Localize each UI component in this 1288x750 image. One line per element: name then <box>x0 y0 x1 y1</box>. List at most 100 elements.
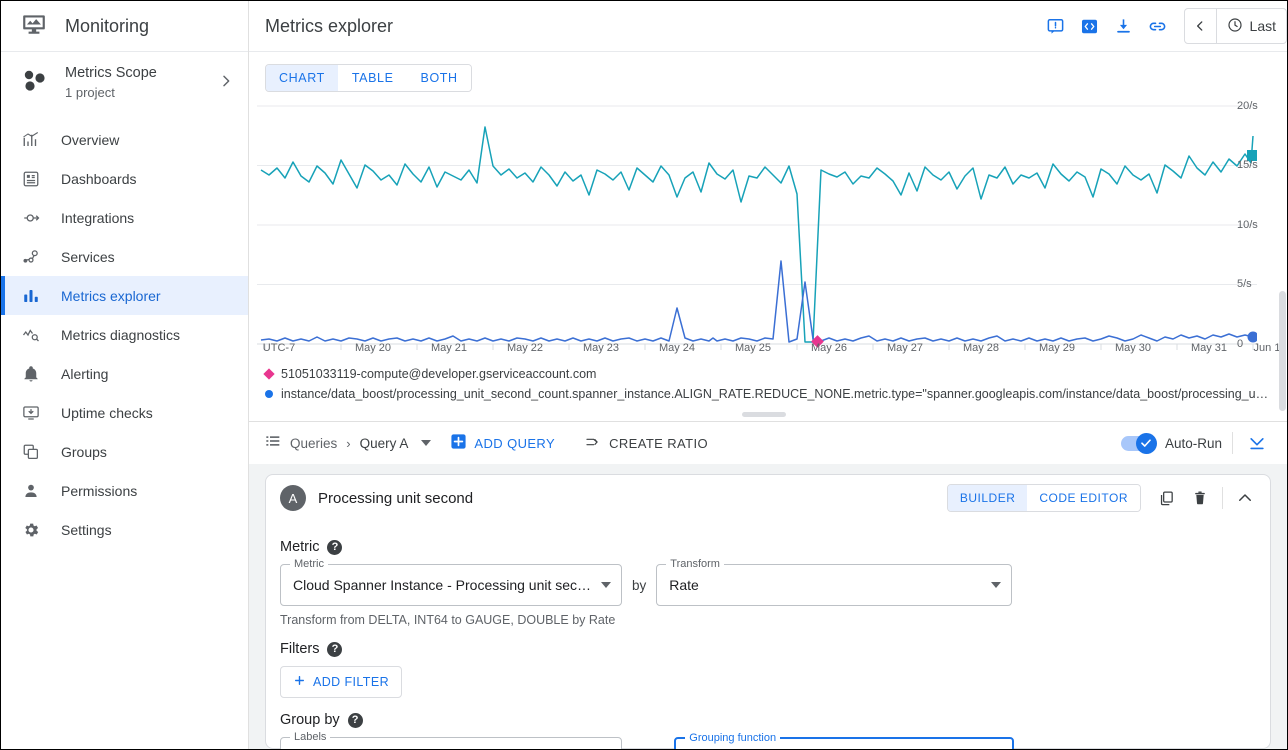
filters-section-title: Filters ? <box>280 641 1256 657</box>
chevron-left-icon[interactable] <box>1185 9 1217 43</box>
duplicate-icon[interactable] <box>1151 483 1181 513</box>
tab-builder[interactable]: BUILDER <box>947 485 1028 511</box>
group-by-row: Labels credential_id using Grouping func… <box>280 731 1256 749</box>
metric-section-title: Metric ? <box>280 539 1256 555</box>
transform-field[interactable]: Transform Rate <box>656 558 1013 606</box>
page-title: Metrics explorer <box>265 15 394 36</box>
queries-toolbar: Queries › Query A ADD QUERY CREATE RATIO… <box>249 422 1287 464</box>
labels-field[interactable]: Labels credential_id <box>280 731 622 749</box>
scrollbar-thumb[interactable] <box>1279 291 1286 411</box>
feedback-icon[interactable] <box>1042 12 1070 40</box>
bell-icon <box>21 364 41 384</box>
metric-section-label: Metric <box>280 539 320 555</box>
plus-square-icon <box>450 433 467 453</box>
query-selector[interactable]: Query A <box>360 436 432 451</box>
delete-group-by-icon[interactable] <box>1038 745 1064 749</box>
sidebar-item-services[interactable]: Services <box>1 237 248 276</box>
toggle-knob-check-icon <box>1135 432 1157 454</box>
tab-code-editor[interactable]: CODE EDITOR <box>1027 485 1140 511</box>
time-range-label: Last <box>1249 18 1276 34</box>
grouping-function-field[interactable]: Grouping function Sum ? <box>674 732 1015 749</box>
sidebar-item-label: Settings <box>61 521 112 538</box>
auto-run-toggle[interactable] <box>1120 432 1157 454</box>
integrations-icon <box>21 208 41 228</box>
query-card: A Processing unit second BUILDER CODE ED… <box>265 474 1271 749</box>
sidebar-item-groups[interactable]: Groups <box>1 432 248 471</box>
toolbar-divider <box>1232 432 1233 454</box>
queries-toolbar-right: Auto-Run <box>1120 429 1271 457</box>
help-icon[interactable]: ? <box>327 641 343 657</box>
time-range-value-button[interactable]: Last <box>1217 17 1286 36</box>
time-range-selector[interactable]: Last <box>1183 8 1287 44</box>
help-icon[interactable]: ? <box>327 539 343 555</box>
create-ratio-button[interactable]: CREATE RATIO <box>584 434 708 453</box>
sidebar-item-alerting[interactable]: Alerting <box>1 354 248 393</box>
queries-toolbar-left: Queries › Query A ADD QUERY CREATE RATIO <box>265 433 1121 454</box>
metric-field-legend: Metric <box>290 558 328 570</box>
x-tick-label: May 22 <box>506 342 544 354</box>
sidebar-item-metrics-explorer[interactable]: Metrics explorer <box>1 276 248 315</box>
legend-item[interactable]: instance/data_boost/processing_unit_seco… <box>265 384 1271 404</box>
sidebar-item-metrics-diagnostics[interactable]: Metrics diagnostics <box>1 315 248 354</box>
y-tick-label: 15/s <box>1237 159 1258 171</box>
help-icon[interactable]: ? <box>347 712 363 728</box>
chart-panel: CHART TABLE BOTH 20/s 15/s 10/s 5/s 0 UT… <box>249 52 1287 421</box>
link-icon[interactable] <box>1144 12 1172 40</box>
sidebar-item-label: Integrations <box>61 209 135 226</box>
legend-label: instance/data_boost/processing_unit_seco… <box>281 387 1271 401</box>
sidebar-item-integrations[interactable]: Integrations <box>1 198 248 237</box>
chart-x-axis-labels: UTC-7 May 20 May 21 May 22 May 23 May 24… <box>257 342 1281 358</box>
y-tick-label: 5/s <box>1237 278 1252 290</box>
ratio-icon <box>584 434 602 453</box>
sidebar-item-permissions[interactable]: Permissions <box>1 471 248 510</box>
download-icon[interactable] <box>1110 12 1138 40</box>
transform-field-value: Rate <box>669 577 699 593</box>
add-filter-button[interactable]: ADD FILTER <box>280 666 402 698</box>
code-icon[interactable] <box>1076 12 1104 40</box>
group-by-section-title: Group by ? <box>280 712 1256 728</box>
x-tick-label: May 29 <box>1038 342 1076 354</box>
sidebar-item-label: Groups <box>61 443 107 460</box>
groups-icon <box>21 442 41 462</box>
breadcrumb-queries[interactable]: Queries <box>290 436 337 451</box>
chevron-down-icon[interactable] <box>991 582 1002 588</box>
panel-resize-handle[interactable] <box>742 412 786 417</box>
list-icon <box>265 433 281 454</box>
sidebar-item-label: Metrics explorer <box>61 287 161 304</box>
x-tick-label: May 26 <box>810 342 848 354</box>
chevron-up-icon[interactable] <box>1230 483 1260 513</box>
sidebar-item-label: Alerting <box>61 365 109 382</box>
chart-overview-icon <box>21 130 41 150</box>
tab-chart[interactable]: CHART <box>266 65 338 91</box>
series-line-teal <box>260 126 1254 343</box>
monitoring-logo-icon <box>21 11 47 42</box>
sidebar: Monitoring Metrics Scope 1 project Overv… <box>1 1 249 749</box>
panel-resize-handle-wrap <box>257 404 1271 421</box>
sidebar-item-uptime-checks[interactable]: Uptime checks <box>1 393 248 432</box>
metrics-scope-selector[interactable]: Metrics Scope 1 project <box>1 52 248 114</box>
trash-icon[interactable] <box>1185 483 1215 513</box>
chart-view-tabs: CHART TABLE BOTH <box>257 64 1271 92</box>
header-toolbar: Last <box>1042 8 1287 44</box>
sidebar-item-settings[interactable]: Settings <box>1 510 248 549</box>
legend-item[interactable]: 51051033119-compute@developer.gserviceac… <box>263 364 1271 384</box>
chart-plot-area[interactable]: 20/s 15/s 10/s 5/s 0 UTC-7 May 20 May 21… <box>257 96 1281 358</box>
tab-both[interactable]: BOTH <box>406 65 471 91</box>
chevron-down-icon[interactable] <box>601 582 611 588</box>
add-query-button[interactable]: ADD QUERY <box>450 433 555 453</box>
filters-section-label: Filters <box>280 641 320 657</box>
tab-table[interactable]: TABLE <box>337 65 407 91</box>
scope-subtitle: 1 project <box>65 85 115 100</box>
clock-icon <box>1227 17 1243 36</box>
query-card-actions: BUILDER CODE EDITOR <box>946 483 1260 513</box>
page-scrollbar[interactable] <box>1279 291 1286 411</box>
metric-field[interactable]: Metric Cloud Spanner Instance - Processi… <box>280 558 622 606</box>
sidebar-item-dashboards[interactable]: Dashboards <box>1 159 248 198</box>
auto-run-label: Auto-Run <box>1164 435 1222 451</box>
y-tick-label: 0 <box>1237 338 1244 350</box>
legend-marker-diamond-icon <box>263 368 275 380</box>
chart-legend: 51051033119-compute@developer.gserviceac… <box>257 358 1271 404</box>
collapse-down-icon[interactable] <box>1243 429 1271 457</box>
sidebar-item-overview[interactable]: Overview <box>1 120 248 159</box>
x-tick-label: May 30 <box>1114 342 1152 354</box>
